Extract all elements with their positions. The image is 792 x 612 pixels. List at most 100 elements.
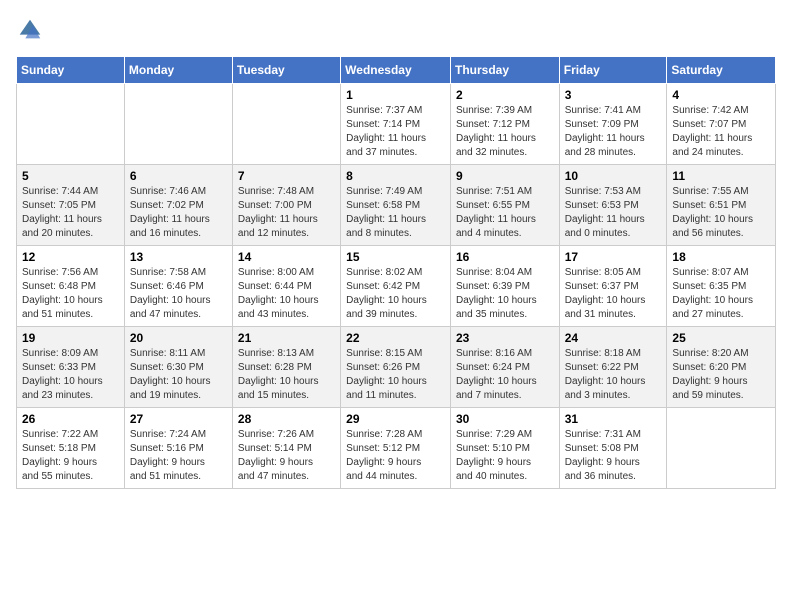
day-number: 24 (565, 331, 662, 345)
day-number: 23 (456, 331, 554, 345)
day-info: Sunrise: 8:15 AM Sunset: 6:26 PM Dayligh… (346, 347, 445, 403)
calendar-cell: 20 Sunrise: 8:11 AM Sunset: 6:30 PM Dayli… (124, 327, 232, 408)
day-number: 8 (346, 169, 445, 183)
calendar-cell: 18 Sunrise: 8:07 AM Sunset: 6:35 PM Dayli… (667, 246, 776, 327)
day-info: Sunrise: 7:22 AM Sunset: 5:18 PM Dayligh… (22, 428, 119, 484)
day-info: Sunrise: 8:13 AM Sunset: 6:28 PM Dayligh… (238, 347, 335, 403)
calendar-cell: 14 Sunrise: 8:00 AM Sunset: 6:44 PM Dayli… (232, 246, 340, 327)
day-number: 20 (130, 331, 227, 345)
day-info: Sunrise: 7:58 AM Sunset: 6:46 PM Dayligh… (130, 266, 227, 322)
calendar-cell: 8 Sunrise: 7:49 AM Sunset: 6:58 PM Daylig… (341, 165, 451, 246)
day-header-tuesday: Tuesday (232, 57, 340, 84)
day-info: Sunrise: 7:41 AM Sunset: 7:09 PM Dayligh… (565, 104, 662, 160)
day-number: 10 (565, 169, 662, 183)
calendar-cell: 17 Sunrise: 8:05 AM Sunset: 6:37 PM Dayli… (559, 246, 667, 327)
calendar-week-row: 1 Sunrise: 7:37 AM Sunset: 7:14 PM Daylig… (17, 84, 776, 165)
day-number: 5 (22, 169, 119, 183)
day-header-saturday: Saturday (667, 57, 776, 84)
day-info: Sunrise: 7:37 AM Sunset: 7:14 PM Dayligh… (346, 104, 445, 160)
calendar-header-row: SundayMondayTuesdayWednesdayThursdayFrid… (17, 57, 776, 84)
calendar-cell (17, 84, 125, 165)
calendar-cell: 2 Sunrise: 7:39 AM Sunset: 7:12 PM Daylig… (450, 84, 559, 165)
day-number: 29 (346, 412, 445, 426)
logo-icon (16, 16, 44, 44)
calendar-cell: 3 Sunrise: 7:41 AM Sunset: 7:09 PM Daylig… (559, 84, 667, 165)
day-info: Sunrise: 7:48 AM Sunset: 7:00 PM Dayligh… (238, 185, 335, 241)
calendar-cell: 30Sunrise: 7:29 AM Sunset: 5:10 PM Dayli… (450, 408, 559, 489)
day-number: 16 (456, 250, 554, 264)
day-info: Sunrise: 8:07 AM Sunset: 6:35 PM Dayligh… (672, 266, 770, 322)
day-info: Sunrise: 8:16 AM Sunset: 6:24 PM Dayligh… (456, 347, 554, 403)
logo (16, 16, 46, 44)
day-number: 25 (672, 331, 770, 345)
day-info: Sunrise: 8:05 AM Sunset: 6:37 PM Dayligh… (565, 266, 662, 322)
day-number: 30 (456, 412, 554, 426)
calendar-cell (667, 408, 776, 489)
day-info: Sunrise: 8:00 AM Sunset: 6:44 PM Dayligh… (238, 266, 335, 322)
calendar-week-row: 19 Sunrise: 8:09 AM Sunset: 6:33 PM Dayli… (17, 327, 776, 408)
day-number: 1 (346, 88, 445, 102)
page-header (16, 16, 776, 44)
day-number: 6 (130, 169, 227, 183)
day-number: 19 (22, 331, 119, 345)
calendar-cell: 10 Sunrise: 7:53 AM Sunset: 6:53 PM Dayli… (559, 165, 667, 246)
day-info: Sunrise: 7:42 AM Sunset: 7:07 PM Dayligh… (672, 104, 770, 160)
day-header-wednesday: Wednesday (341, 57, 451, 84)
day-info: Sunrise: 7:28 AM Sunset: 5:12 PM Dayligh… (346, 428, 445, 484)
calendar-cell: 12Sunrise: 7:56 AM Sunset: 6:48 PM Dayli… (17, 246, 125, 327)
calendar-cell: 13 Sunrise: 7:58 AM Sunset: 6:46 PM Dayli… (124, 246, 232, 327)
calendar-cell (232, 84, 340, 165)
calendar-cell: 6 Sunrise: 7:46 AM Sunset: 7:02 PM Daylig… (124, 165, 232, 246)
calendar-cell: 7Sunrise: 7:48 AM Sunset: 7:00 PM Daylig… (232, 165, 340, 246)
calendar-cell: 23 Sunrise: 8:16 AM Sunset: 6:24 PM Dayli… (450, 327, 559, 408)
calendar-cell: 5 Sunrise: 7:44 AM Sunset: 7:05 PM Daylig… (17, 165, 125, 246)
calendar-cell: 25Sunrise: 8:20 AM Sunset: 6:20 PM Dayli… (667, 327, 776, 408)
day-info: Sunrise: 8:02 AM Sunset: 6:42 PM Dayligh… (346, 266, 445, 322)
day-number: 14 (238, 250, 335, 264)
day-header-monday: Monday (124, 57, 232, 84)
day-header-sunday: Sunday (17, 57, 125, 84)
day-header-friday: Friday (559, 57, 667, 84)
day-info: Sunrise: 7:55 AM Sunset: 6:51 PM Dayligh… (672, 185, 770, 241)
day-number: 4 (672, 88, 770, 102)
calendar-cell: 1 Sunrise: 7:37 AM Sunset: 7:14 PM Daylig… (341, 84, 451, 165)
calendar-table: SundayMondayTuesdayWednesdayThursdayFrid… (16, 56, 776, 489)
day-info: Sunrise: 8:09 AM Sunset: 6:33 PM Dayligh… (22, 347, 119, 403)
day-number: 2 (456, 88, 554, 102)
calendar-cell: 22 Sunrise: 8:15 AM Sunset: 6:26 PM Dayli… (341, 327, 451, 408)
calendar-week-row: 5 Sunrise: 7:44 AM Sunset: 7:05 PM Daylig… (17, 165, 776, 246)
day-number: 13 (130, 250, 227, 264)
day-number: 22 (346, 331, 445, 345)
calendar-cell: 31Sunrise: 7:31 AM Sunset: 5:08 PM Dayli… (559, 408, 667, 489)
calendar-cell: 28 Sunrise: 7:26 AM Sunset: 5:14 PM Dayli… (232, 408, 340, 489)
calendar-cell (124, 84, 232, 165)
calendar-cell: 4 Sunrise: 7:42 AM Sunset: 7:07 PM Daylig… (667, 84, 776, 165)
calendar-cell: 9Sunrise: 7:51 AM Sunset: 6:55 PM Daylig… (450, 165, 559, 246)
calendar-cell: 24 Sunrise: 8:18 AM Sunset: 6:22 PM Dayli… (559, 327, 667, 408)
day-number: 18 (672, 250, 770, 264)
day-number: 28 (238, 412, 335, 426)
day-info: Sunrise: 7:44 AM Sunset: 7:05 PM Dayligh… (22, 185, 119, 241)
day-info: Sunrise: 8:18 AM Sunset: 6:22 PM Dayligh… (565, 347, 662, 403)
day-info: Sunrise: 7:26 AM Sunset: 5:14 PM Dayligh… (238, 428, 335, 484)
day-info: Sunrise: 7:49 AM Sunset: 6:58 PM Dayligh… (346, 185, 445, 241)
day-info: Sunrise: 7:31 AM Sunset: 5:08 PM Dayligh… (565, 428, 662, 484)
day-info: Sunrise: 7:56 AM Sunset: 6:48 PM Dayligh… (22, 266, 119, 322)
calendar-cell: 19 Sunrise: 8:09 AM Sunset: 6:33 PM Dayli… (17, 327, 125, 408)
day-info: Sunrise: 7:39 AM Sunset: 7:12 PM Dayligh… (456, 104, 554, 160)
calendar-cell: 21 Sunrise: 8:13 AM Sunset: 6:28 PM Dayli… (232, 327, 340, 408)
day-number: 9 (456, 169, 554, 183)
day-number: 11 (672, 169, 770, 183)
day-info: Sunrise: 7:24 AM Sunset: 5:16 PM Dayligh… (130, 428, 227, 484)
day-info: Sunrise: 8:11 AM Sunset: 6:30 PM Dayligh… (130, 347, 227, 403)
calendar-cell: 27Sunrise: 7:24 AM Sunset: 5:16 PM Dayli… (124, 408, 232, 489)
day-info: Sunrise: 7:53 AM Sunset: 6:53 PM Dayligh… (565, 185, 662, 241)
day-number: 26 (22, 412, 119, 426)
calendar-week-row: 26 Sunrise: 7:22 AM Sunset: 5:18 PM Dayli… (17, 408, 776, 489)
day-info: Sunrise: 7:46 AM Sunset: 7:02 PM Dayligh… (130, 185, 227, 241)
day-number: 15 (346, 250, 445, 264)
calendar-cell: 26 Sunrise: 7:22 AM Sunset: 5:18 PM Dayli… (17, 408, 125, 489)
day-number: 3 (565, 88, 662, 102)
day-number: 17 (565, 250, 662, 264)
day-number: 21 (238, 331, 335, 345)
